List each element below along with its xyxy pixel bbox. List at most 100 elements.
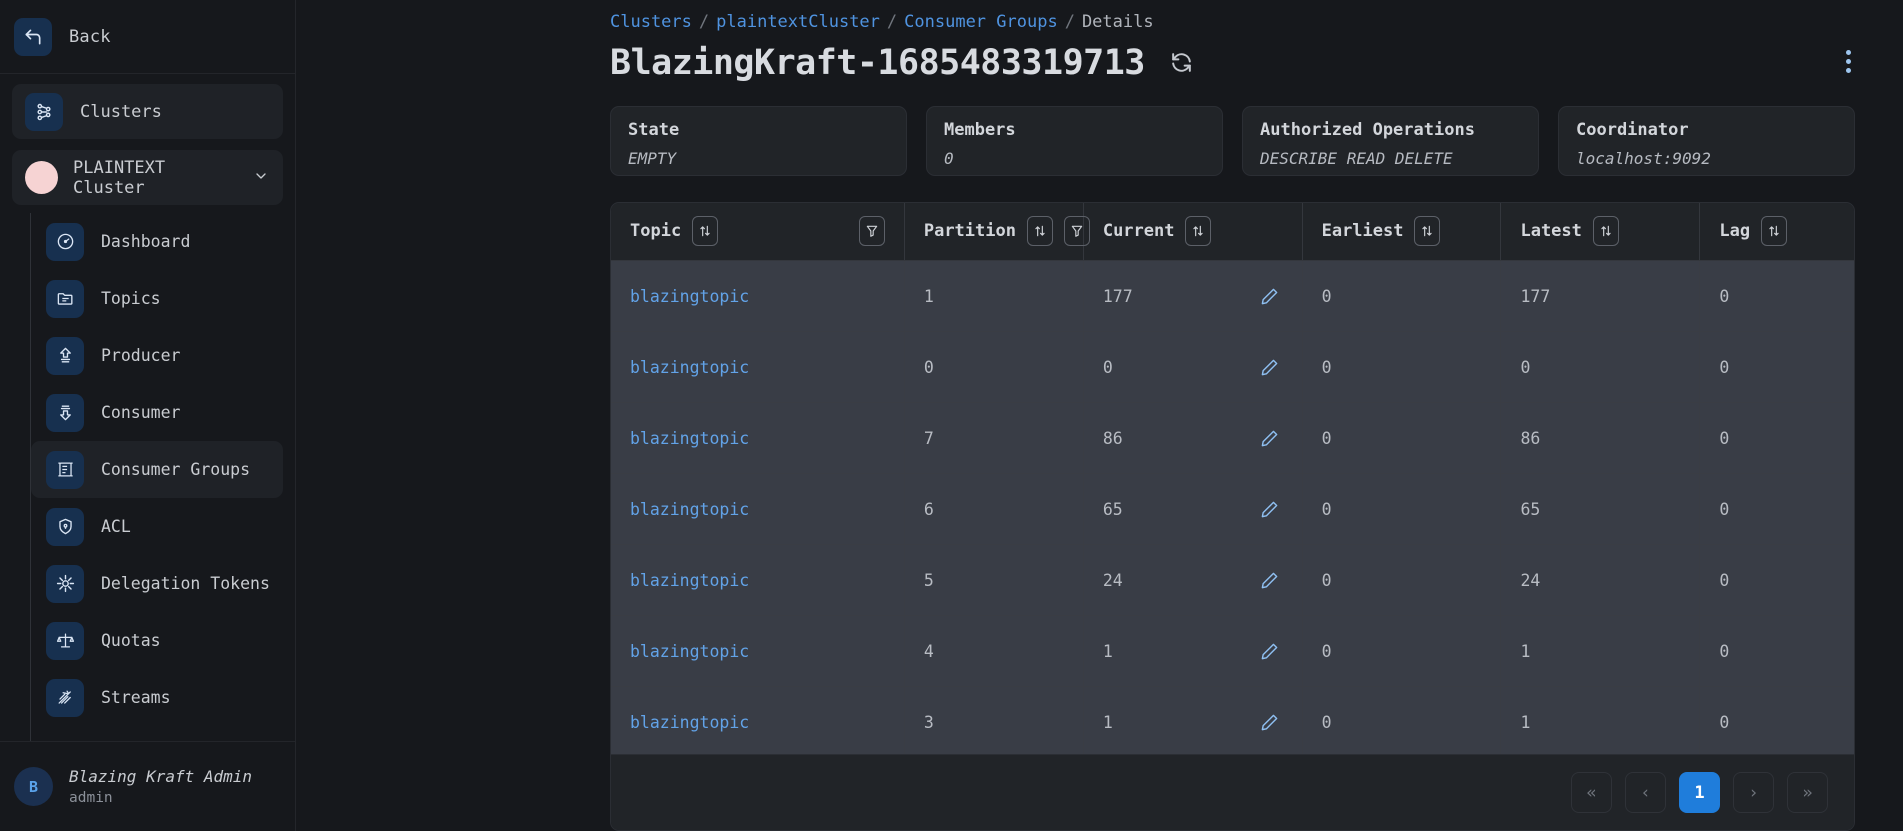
topic-link[interactable]: blazingtopic bbox=[630, 287, 749, 306]
cell-earliest: 0 bbox=[1302, 402, 1502, 475]
kebab-menu-icon[interactable] bbox=[1842, 46, 1855, 77]
column-header-earliest-label: Earliest bbox=[1321, 221, 1404, 242]
table-row[interactable]: blazingtopic 3 1 0 1 0 bbox=[611, 686, 1854, 754]
breadcrumb-item-details: Details bbox=[1081, 11, 1154, 32]
breadcrumb-item-clusters[interactable]: Clusters bbox=[610, 12, 692, 32]
cell-topic: blazingtopic bbox=[611, 260, 905, 333]
topic-link[interactable]: blazingtopic bbox=[630, 358, 749, 377]
stat-card-coordinator: Coordinator localhost:9092 bbox=[1558, 105, 1855, 176]
cell-earliest: 0 bbox=[1302, 260, 1502, 333]
offsets-table: Topic Partition Current Earliest Latest … bbox=[611, 202, 1854, 754]
cell-current: 1 bbox=[1083, 615, 1303, 688]
sidebar-item-acl[interactable]: ACL bbox=[31, 498, 283, 555]
cell-topic: blazingtopic bbox=[611, 473, 905, 546]
back-label: Back bbox=[69, 26, 111, 47]
sidebar-item-delegation-tokens[interactable]: Delegation Tokens bbox=[31, 555, 283, 612]
cell-earliest: 0 bbox=[1302, 686, 1502, 754]
cell-lag: 0 bbox=[1699, 331, 1854, 404]
cell-partition: 3 bbox=[904, 686, 1084, 754]
pagination-last-button[interactable]: » bbox=[1787, 772, 1828, 813]
pagination-page-1[interactable]: 1 bbox=[1679, 772, 1720, 813]
pagination-first-button[interactable]: « bbox=[1571, 772, 1612, 813]
offsets-table-panel: Topic Partition Current Earliest Latest … bbox=[610, 201, 1855, 831]
sidebar-item-streams-label: Streams bbox=[101, 688, 171, 707]
cell-current-value: 1 bbox=[1102, 712, 1113, 732]
filter-topic-button[interactable] bbox=[858, 216, 885, 247]
table-row[interactable]: blazingtopic 6 65 0 65 0 bbox=[611, 473, 1854, 546]
sort-topic-button[interactable] bbox=[692, 216, 719, 247]
cell-latest: 1 bbox=[1500, 686, 1701, 754]
cell-partition: 4 bbox=[904, 615, 1084, 688]
pagination-prev-button[interactable]: ‹ bbox=[1625, 772, 1666, 813]
breadcrumb-separator: / bbox=[1064, 11, 1075, 32]
sidebar-item-streams[interactable]: Streams bbox=[31, 669, 283, 726]
cell-current: 65 bbox=[1083, 473, 1303, 546]
edit-offset-icon[interactable] bbox=[1260, 642, 1283, 661]
edit-offset-icon[interactable] bbox=[1260, 571, 1283, 590]
table-scroll-region[interactable]: Topic Partition Current Earliest Latest … bbox=[611, 202, 1854, 754]
topic-link[interactable]: blazingtopic bbox=[630, 571, 749, 590]
sidebar-item-dashboard[interactable]: Dashboard bbox=[31, 213, 283, 270]
cell-current: 0 bbox=[1083, 331, 1303, 404]
cell-latest: 65 bbox=[1500, 473, 1701, 546]
table-body: blazingtopic 1 177 0 177 0 blazingtopic … bbox=[611, 260, 1854, 754]
sidebar-item-delegation-tokens-label: Delegation Tokens bbox=[101, 573, 270, 593]
edit-offset-icon[interactable] bbox=[1260, 287, 1283, 306]
filter-partition-button[interactable] bbox=[1063, 216, 1090, 247]
sidebar-item-producer[interactable]: Producer bbox=[31, 327, 283, 384]
cell-current-value: 24 bbox=[1102, 570, 1123, 590]
sidebar-item-consumer-groups[interactable]: Consumer Groups bbox=[31, 441, 283, 498]
back-button[interactable]: Back bbox=[0, 0, 295, 74]
sort-latest-button[interactable] bbox=[1592, 216, 1619, 247]
edit-offset-icon[interactable] bbox=[1260, 429, 1283, 448]
refresh-icon[interactable] bbox=[1169, 50, 1194, 75]
table-header-row: Topic Partition Current Earliest Latest … bbox=[611, 202, 1854, 262]
column-header-topic: Topic bbox=[611, 202, 905, 262]
cell-current-value: 1 bbox=[1102, 641, 1113, 661]
pagination-next-button[interactable]: › bbox=[1733, 772, 1774, 813]
edit-offset-icon[interactable] bbox=[1260, 713, 1283, 732]
sort-lag-button[interactable] bbox=[1761, 216, 1788, 247]
table-row[interactable]: blazingtopic 5 24 0 24 0 bbox=[611, 544, 1854, 617]
sort-partition-button[interactable] bbox=[1026, 216, 1053, 247]
clusters-icon bbox=[25, 92, 63, 131]
cell-partition: 0 bbox=[904, 331, 1084, 404]
topic-link[interactable]: blazingtopic bbox=[630, 713, 749, 732]
sort-earliest-button[interactable] bbox=[1414, 216, 1441, 247]
table-row[interactable]: blazingtopic 4 1 0 1 0 bbox=[611, 615, 1854, 688]
cell-earliest: 0 bbox=[1302, 331, 1502, 404]
sidebar-item-consumer[interactable]: Consumer bbox=[31, 384, 283, 441]
cluster-selector[interactable]: PLAINTEXT Cluster bbox=[12, 150, 283, 205]
cell-topic: blazingtopic bbox=[611, 544, 905, 617]
topic-link[interactable]: blazingtopic bbox=[630, 429, 749, 448]
user-profile[interactable]: B Blazing Kraft Admin admin bbox=[0, 741, 295, 831]
folder-icon bbox=[46, 279, 84, 318]
sort-current-button[interactable] bbox=[1185, 216, 1212, 247]
table-row[interactable]: blazingtopic 0 0 0 0 0 bbox=[611, 331, 1854, 404]
title-row: BlazingKraft-1685483319713 bbox=[296, 34, 1903, 86]
breadcrumb: Clusters / plaintextCluster / Consumer G… bbox=[296, 0, 1903, 34]
breadcrumb-item-plaintextcluster[interactable]: plaintextCluster bbox=[716, 12, 880, 32]
breadcrumb-item-consumer-groups[interactable]: Consumer Groups bbox=[904, 12, 1058, 32]
topic-link[interactable]: blazingtopic bbox=[630, 642, 749, 661]
cell-lag: 0 bbox=[1699, 686, 1854, 754]
cell-topic: blazingtopic bbox=[611, 331, 905, 404]
table-row[interactable]: blazingtopic 7 86 0 86 0 bbox=[611, 402, 1854, 475]
cell-topic: blazingtopic bbox=[611, 402, 905, 475]
sidebar-item-consumer-label: Consumer bbox=[101, 403, 181, 422]
app-root: Back Clusters PLAINTEXT Cluster Dashboar… bbox=[0, 0, 1903, 831]
stat-card-state: State EMPTY bbox=[610, 105, 907, 176]
edit-offset-icon[interactable] bbox=[1260, 358, 1283, 377]
edit-offset-icon[interactable] bbox=[1260, 500, 1283, 519]
sidebar-item-quotas[interactable]: Quotas bbox=[31, 612, 283, 669]
sidebar-item-topics[interactable]: Topics bbox=[31, 270, 283, 327]
topic-link[interactable]: blazingtopic bbox=[630, 500, 749, 519]
sidebar-item-clusters[interactable]: Clusters bbox=[12, 84, 283, 139]
cluster-status-dot bbox=[25, 161, 58, 194]
table-row[interactable]: blazingtopic 1 177 0 177 0 bbox=[611, 260, 1854, 333]
sidebar-item-consumer-groups-label: Consumer Groups bbox=[101, 460, 251, 479]
cell-partition: 7 bbox=[904, 402, 1084, 475]
breadcrumb-separator: / bbox=[698, 11, 710, 32]
stat-card-authorized-operations: Authorized Operations DESCRIBE READ DELE… bbox=[1242, 105, 1539, 176]
cell-current: 1 bbox=[1083, 686, 1303, 754]
